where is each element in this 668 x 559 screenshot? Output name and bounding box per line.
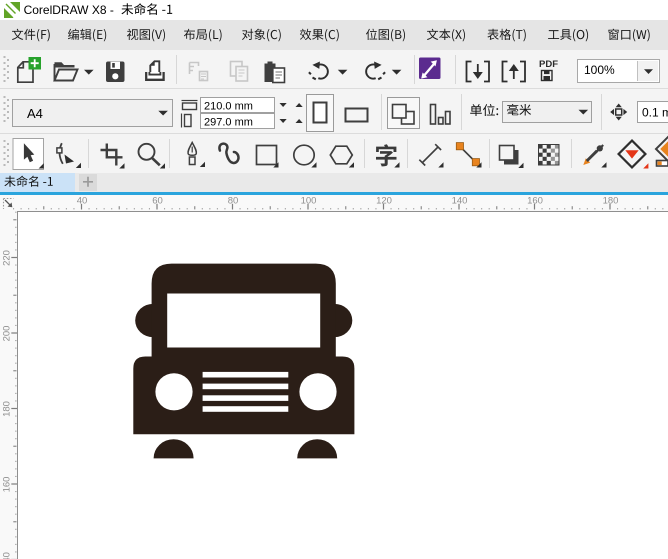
svg-text:A4: A4 — [27, 106, 43, 121]
svg-text:80: 80 — [228, 195, 239, 206]
svg-text:140: 140 — [452, 195, 468, 206]
svg-text:0.1 m: 0.1 m — [642, 106, 668, 120]
svg-text:200: 200 — [2, 325, 13, 341]
svg-text:120: 120 — [376, 195, 392, 206]
svg-text:220: 220 — [2, 250, 13, 266]
svg-text:140: 140 — [2, 552, 13, 559]
svg-text:40: 40 — [77, 195, 88, 206]
svg-text:180: 180 — [603, 195, 619, 206]
svg-text:180: 180 — [2, 401, 13, 417]
svg-text:297.0 mm: 297.0 mm — [204, 116, 253, 128]
svg-text:160: 160 — [527, 195, 543, 206]
svg-text:100: 100 — [301, 195, 317, 206]
svg-text:160: 160 — [2, 476, 13, 492]
svg-text:PDF: PDF — [539, 59, 558, 70]
svg-text:210.0 mm: 210.0 mm — [204, 100, 253, 112]
svg-text:60: 60 — [152, 195, 163, 206]
